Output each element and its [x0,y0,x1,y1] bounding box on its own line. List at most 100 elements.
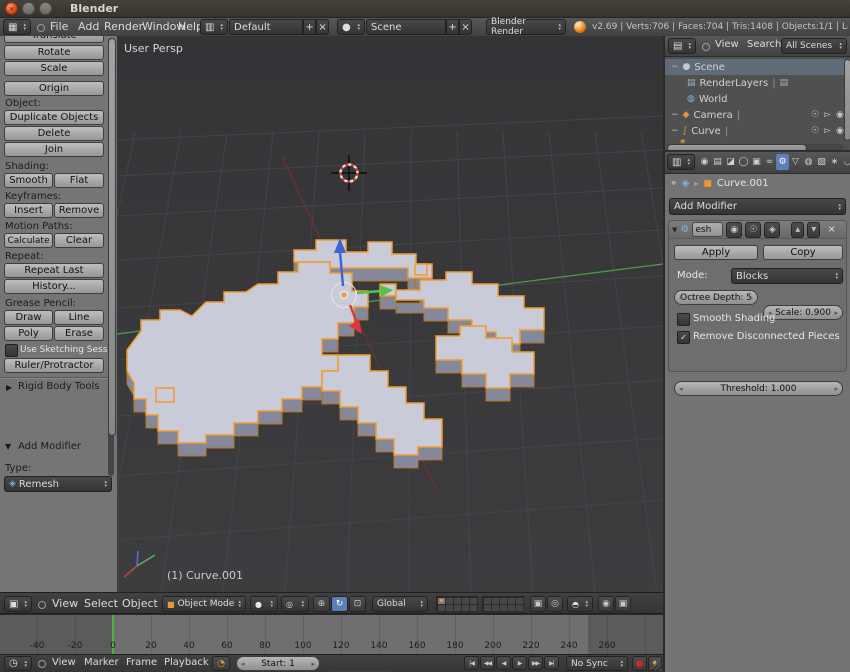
prev-keyframe-button[interactable]: ◀◀ [480,656,495,670]
outliner-item-curve[interactable]: − ∫ Curve | ☉ ▻ ◉ [665,123,849,139]
viewport-3d[interactable]: User Persp (1) Curve.001 [117,36,663,592]
visibility-eye-icon[interactable]: ☉ [811,126,819,136]
modifier-viewport-toggle[interactable]: ☉ [745,221,762,238]
timeline-menu-marker[interactable]: Marker [84,657,119,668]
shade-flat-button[interactable]: Flat [54,173,104,188]
play-reverse-button[interactable]: ◀ [496,656,511,670]
visibility-eye-icon[interactable]: ☉ [811,110,819,120]
tab-render-layers[interactable]: ▤ [711,154,724,170]
repeat-last-button[interactable]: Repeat Last [4,263,104,278]
viewport-editor-selector[interactable]: ▣ [4,596,32,612]
modifier-apply-button[interactable]: Apply [674,245,758,260]
modifier-copy-button[interactable]: Copy [763,245,843,260]
jump-to-start-button[interactable]: |◀ [464,656,479,670]
calculate-paths-button[interactable]: Calculate [4,233,53,248]
frame-start-field[interactable]: Start: 1 [236,656,320,671]
disclosure-icon[interactable]: − [671,110,679,120]
clear-paths-button[interactable]: Clear [54,233,104,248]
outliner-item-renderlayers[interactable]: ▤ RenderLayers | ▤ [665,75,850,91]
outliner-item-world[interactable]: ◍ World [665,91,850,107]
renderable-camera-icon[interactable]: ◉ [836,110,844,120]
add-scene-button[interactable]: + [446,19,459,35]
layer-cell[interactable] [514,603,524,612]
modifier-render-toggle[interactable]: ◉ [726,221,743,238]
editor-type-selector[interactable]: ▦ [3,19,31,35]
octree-depth-slider[interactable]: Octree Depth: 5 [674,290,758,305]
tab-world[interactable]: ◯ [737,154,750,170]
tab-particles[interactable]: ∗ [828,154,841,170]
grease-erase-button[interactable]: Erase [54,326,104,341]
collapse-menus-icon[interactable] [38,660,46,668]
rotate-button[interactable]: Rotate [4,45,104,60]
tab-data[interactable]: ▽ [789,154,802,170]
add-modifier-panel-header[interactable]: Add Modifier [18,441,81,452]
snap-selector[interactable]: ◓ [567,596,593,612]
modifier-type-dropdown[interactable]: ◈ Remesh [4,476,112,492]
timeline-menu-playback[interactable]: Playback [164,657,209,668]
modifier-delete-icon[interactable]: × [827,224,835,235]
outliner-hscrollbar[interactable] [667,144,807,150]
outliner-item-camera[interactable]: − ◆ Camera | ☉ ▻ ◉ [665,107,849,123]
window-minimize-icon[interactable] [22,2,35,15]
disclosure-icon[interactable]: − [671,126,679,136]
scale-manipulator-button[interactable]: ⊡ [349,596,366,612]
timeline-menu-view[interactable]: View [52,657,76,668]
modifier-move-up-button[interactable]: ▲ [791,221,805,238]
add-layout-button[interactable]: + [303,19,316,35]
collapse-menus-icon[interactable] [38,601,46,609]
tab-physics[interactable]: ◡ [841,154,850,170]
grease-poly-button[interactable]: Poly [4,326,53,341]
window-maximize-icon[interactable] [39,2,52,15]
outliner-menu-view[interactable]: View [715,39,739,50]
smooth-shading-checkbox[interactable] [677,313,690,326]
remove-keyframe-button[interactable]: Remove [54,203,104,218]
insert-keyframe-button[interactable]: Insert [4,203,53,218]
play-button[interactable]: ▶ [512,656,527,670]
layer-cell[interactable] [468,603,478,612]
tab-constraints[interactable]: ∞ [763,154,776,170]
tab-object[interactable]: ▣ [750,154,763,170]
outliner-menu-search[interactable]: Search [747,39,781,50]
modifier-expand-icon[interactable]: ▼ [672,226,677,234]
pivot-point-selector[interactable]: ◎ [281,596,309,612]
collapse-menus-icon[interactable] [702,43,710,51]
delete-layout-button[interactable]: × [316,19,329,35]
rigid-body-expand-icon[interactable]: ▶ [6,383,12,392]
disclosure-icon[interactable]: − [671,62,679,72]
outliner-vscrollbar[interactable] [844,59,850,141]
scale-button[interactable]: Scale [4,61,104,76]
timeline-ruler[interactable]: -40 -20 0 20 40 60 80 100 120 140 160 18… [0,614,663,655]
selectable-cursor-icon[interactable]: ▻ [824,126,831,136]
ruler-protractor-button[interactable]: Ruler/Protractor [4,358,104,373]
tab-render[interactable]: ◉ [698,154,711,170]
render-engine-selector[interactable]: Blender Render [486,17,566,37]
renderable-camera-icon[interactable]: ◉ [836,126,844,136]
menu-add[interactable]: Add [78,20,99,33]
rotate-manipulator-button[interactable]: ↻ [331,596,348,612]
join-button[interactable]: Join [4,142,104,157]
auto-keyframe-record-button[interactable]: ● [632,656,647,671]
layout-icon-selector[interactable]: ▥ [200,19,228,35]
outliner-editor-selector[interactable]: ▤ [668,38,696,54]
tab-scene[interactable]: ◪ [724,154,737,170]
layer-grid-1[interactable] [436,596,478,612]
delete-button[interactable]: Delete [4,126,104,141]
viewport-menu-object[interactable]: Object [122,597,158,610]
outliner-item-scene[interactable]: − ● Scene [665,59,849,75]
properties-editor-selector[interactable]: ▥ [667,154,695,170]
threshold-slider[interactable]: Threshold: 1.000 [674,381,843,396]
translate-button[interactable]: Translate [4,36,104,43]
duplicate-objects-button[interactable]: Duplicate Objects [4,110,104,125]
collapse-menus-icon[interactable] [37,24,45,32]
history-button[interactable]: History... [4,279,104,294]
opengl-render-anim-button[interactable]: ▣ [615,596,631,612]
modifier-name-field[interactable]: esh [692,222,724,237]
grease-draw-button[interactable]: Draw [4,310,53,325]
modifier-move-down-button[interactable]: ▼ [807,221,821,238]
rigid-body-tools-panel[interactable]: Rigid Body Tools [18,381,99,392]
viewport-menu-select[interactable]: Select [84,597,118,610]
tab-modifiers[interactable]: ⚙ [776,154,789,170]
sketching-sessions-checkbox[interactable] [5,344,18,357]
viewport-shading-selector[interactable]: ● [250,596,278,612]
jump-to-end-button[interactable]: ▶| [544,656,559,670]
